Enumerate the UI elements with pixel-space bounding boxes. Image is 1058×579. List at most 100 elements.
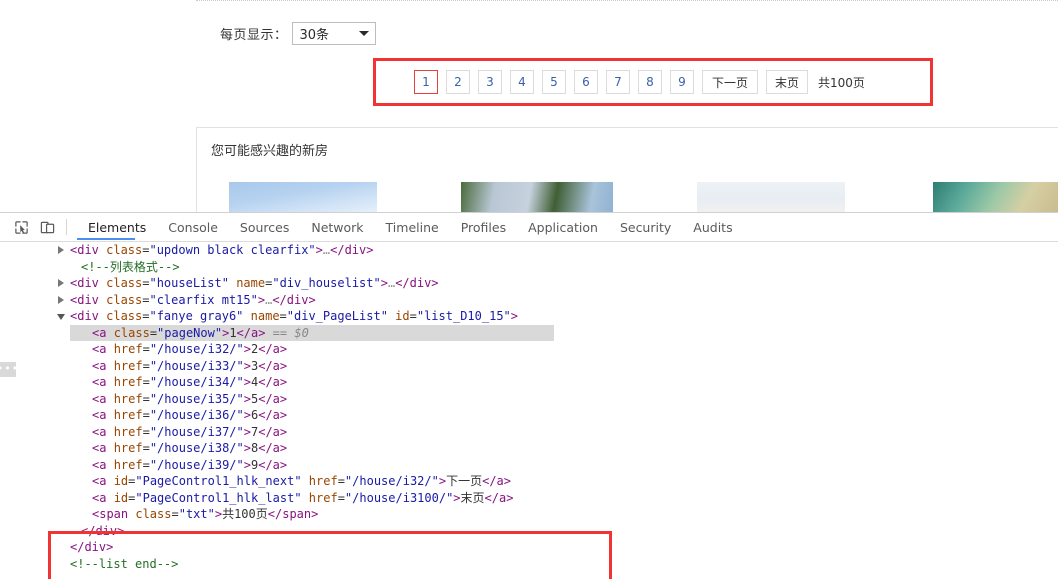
thumbnail-image-4[interactable]	[933, 182, 1058, 212]
recommend-title: 您可能感兴趣的新房	[211, 144, 329, 159]
tab-security[interactable]: Security	[609, 214, 682, 240]
code-line[interactable]: <div class="clearfix mt15">…</div>	[58, 292, 554, 309]
device-toolbar-icon[interactable]	[34, 214, 60, 240]
triangle-collapsed-icon[interactable]	[58, 295, 64, 304]
code-token: href	[113, 375, 143, 389]
code-line[interactable]: <div class="updown black clearfix">…</di…	[58, 242, 554, 259]
code-token: >	[243, 424, 251, 439]
pagination-page-8[interactable]: 8	[638, 70, 662, 94]
pagination-next-button[interactable]: 下一页	[702, 70, 758, 94]
tab-sources[interactable]: Sources	[229, 214, 300, 240]
triangle-collapsed-icon[interactable]	[58, 279, 64, 287]
code-line[interactable]: <a href="/house/i36/">6</a>	[70, 407, 554, 424]
thumbnail-image-3[interactable]	[697, 182, 845, 212]
pagination-page-1[interactable]: 1	[414, 70, 438, 94]
code-token: </a>	[258, 391, 288, 406]
tab-network[interactable]: Network	[300, 214, 374, 240]
code-token: >	[243, 408, 251, 422]
code-line[interactable]: <!--list end-->	[70, 556, 554, 573]
code-token: 共100页	[222, 507, 268, 521]
tab-timeline[interactable]: Timeline	[375, 214, 450, 240]
code-line[interactable]: <a href="/house/i35/">5</a>	[70, 391, 554, 408]
per-page-select[interactable]: 30条	[291, 22, 376, 45]
inspect-cursor-icon[interactable]	[8, 214, 34, 240]
recommend-panel: 您可能感兴趣的新房	[196, 127, 1058, 212]
pagination-page-5[interactable]: 5	[542, 70, 566, 94]
code-token: "houseList"	[149, 276, 229, 290]
thumbnail-image-2[interactable]	[461, 182, 613, 212]
tab-audits[interactable]: Audits	[682, 214, 743, 240]
pagination-last-button[interactable]: 末页	[766, 70, 808, 94]
tab-elements[interactable]: Elements	[77, 214, 157, 240]
pagination-page-7[interactable]: 7	[606, 70, 630, 94]
code-token: "/house/i33/"	[149, 358, 244, 373]
code-token: "/house/i39/"	[149, 457, 244, 472]
pagination-page-2[interactable]: 2	[446, 70, 470, 94]
thumbnail-image-1[interactable]	[229, 182, 377, 212]
code-token: </div>	[272, 292, 316, 307]
code-token: "/house/i38/"	[149, 441, 244, 455]
code-line[interactable]: <a class="pageNow">1</a> == $0	[70, 324, 555, 341]
devtools-tabs: Elements Console Sources Network Timelin…	[77, 214, 744, 240]
code-token: id	[113, 474, 129, 488]
code-token: <a	[92, 424, 114, 439]
code-token: "div_houselist"	[272, 276, 381, 290]
triangle-collapsed-icon[interactable]	[58, 246, 64, 254]
tab-console[interactable]: Console	[157, 214, 229, 240]
code-token: "/house/i3100/"	[344, 490, 454, 505]
per-page-row: 每页显示： 30条	[220, 22, 376, 45]
code-line[interactable]: <a href="/house/i33/">3</a>	[70, 358, 554, 375]
pagination-page-9[interactable]: 9	[670, 70, 694, 94]
triangle-expanded-icon[interactable]	[57, 314, 65, 320]
code-token: id	[113, 490, 129, 505]
code-token: </a>	[258, 358, 288, 373]
pagination-page-4[interactable]: 4	[510, 70, 534, 94]
code-line[interactable]: </div>	[70, 523, 554, 540]
code-token: <div	[70, 309, 107, 323]
code-line[interactable]: <a href="/house/i34/">4</a>	[70, 374, 554, 391]
collapsed-indicator: •••	[0, 362, 18, 377]
code-token: "clearfix mt15"	[149, 292, 258, 307]
code-line[interactable]: <!--列表格式-->	[70, 259, 554, 276]
code-line[interactable]: </div>	[70, 539, 554, 556]
code-token: </div>	[70, 540, 114, 554]
code-token: "PageControl1_hlk_last"	[135, 490, 302, 505]
elements-code-panel[interactable]: ••• <input name="currentCondition" type=…	[0, 242, 1058, 579]
code-line[interactable]: <div class="houseList" name="div_houseli…	[58, 275, 554, 292]
per-page-label: 每页显示：	[220, 28, 288, 43]
pagination-page-6[interactable]: 6	[574, 70, 598, 94]
code-token: >	[243, 391, 251, 406]
code-token: <a	[92, 457, 114, 472]
code-line[interactable]: <a href="/house/i32/">2</a>	[70, 341, 554, 358]
code-token: >	[510, 309, 519, 323]
code-token: name	[236, 276, 266, 290]
code-line[interactable]: <a href="/house/i39/">9</a>	[70, 457, 554, 474]
code-line[interactable]: <a href="/house/i38/">8</a>	[70, 440, 554, 457]
tab-application[interactable]: Application	[517, 214, 609, 240]
code-line[interactable]: <a id="PageControl1_hlk_next" href="/hou…	[70, 473, 554, 490]
code-token: 末页	[460, 490, 485, 505]
pagination-page-3[interactable]: 3	[478, 70, 502, 94]
code-token: =	[149, 325, 158, 340]
tab-profiles[interactable]: Profiles	[450, 214, 517, 240]
code-line[interactable]: <div class="fanye gray6" name="div_PageL…	[57, 308, 554, 325]
code-line[interactable]: <a href="/house/i37/">7</a>	[70, 424, 554, 441]
code-token: "/house/i34/"	[149, 375, 244, 389]
code-token: </a>	[484, 490, 514, 505]
code-token: <a	[92, 474, 114, 488]
code-token: >	[438, 474, 447, 488]
code-token: class	[106, 292, 143, 307]
code-token: == $0	[265, 325, 309, 340]
code-token: class	[106, 276, 143, 290]
code-line[interactable]: <span class="txt">共100页</span>	[70, 506, 554, 523]
code-token: "/house/i37/"	[149, 424, 244, 439]
code-token: >	[257, 292, 266, 307]
code-line[interactable]: <a id="PageControl1_hlk_last" href="/hou…	[70, 490, 554, 507]
code-token: class	[106, 243, 143, 257]
code-token: href	[308, 490, 338, 505]
code-token: <a	[92, 391, 114, 406]
code-token: name	[250, 309, 280, 323]
code-token: </a>	[258, 457, 288, 472]
code-token: <!--列表格式-->	[81, 259, 180, 274]
